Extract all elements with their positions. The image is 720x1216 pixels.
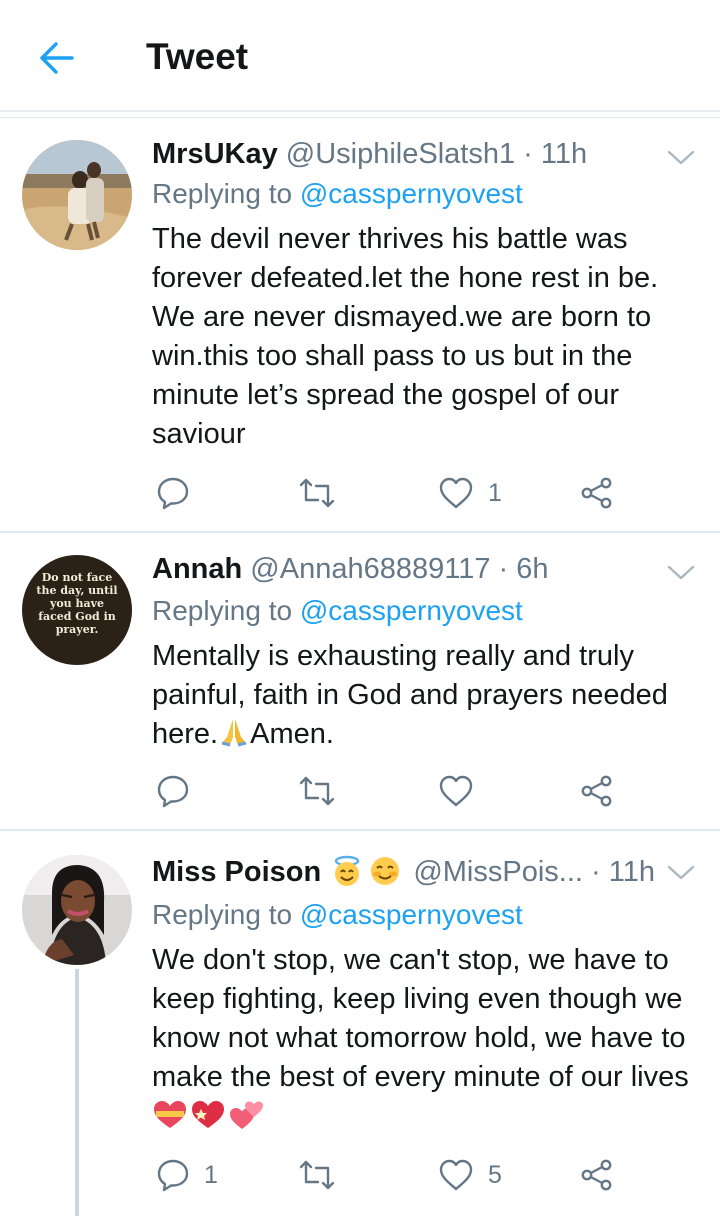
tweet-header: Miss Poison @MissPois... · 11h: [152, 855, 655, 895]
replying-to-label: Replying to: [152, 178, 293, 209]
timestamp: · 11h: [523, 138, 588, 170]
share-button[interactable]: [580, 771, 614, 811]
retweet-button[interactable]: [298, 771, 350, 811]
chevron-down-icon[interactable]: [666, 563, 696, 583]
back-arrow-icon[interactable]: [36, 38, 76, 78]
heart-emojis-icon: [152, 1099, 268, 1142]
smiling-face-blushing-icon: [369, 855, 401, 895]
display-name[interactable]: Miss Poison: [152, 856, 321, 888]
tweet-text-main: We don't stop, we can't stop, we have to…: [152, 944, 689, 1093]
like-count: 1: [488, 478, 502, 507]
timestamp: · 6h: [498, 553, 549, 585]
like-button[interactable]: [438, 771, 488, 811]
retweet-icon: [299, 1160, 335, 1190]
praying-hands-icon: [218, 717, 250, 758]
share-icon: [581, 775, 612, 807]
tweet-text: We don't stop, we can't stop, we have to…: [152, 941, 697, 1142]
replying-to: Replying to @casspernyovest: [152, 595, 523, 627]
comment-icon: [157, 477, 189, 510]
thread-connector-line: [75, 969, 79, 1216]
page-title: Tweet: [146, 36, 249, 77]
reply-button[interactable]: [156, 473, 204, 513]
tweet-text-end: Amen.: [250, 718, 334, 750]
avatar[interactable]: Do not face the day, until you have face…: [22, 555, 132, 665]
share-button[interactable]: [580, 473, 614, 513]
display-name[interactable]: MrsUKay: [152, 138, 278, 170]
heart-icon: [439, 477, 473, 509]
tweet-header: MrsUKay @UsiphileSlatsh1 · 11h: [152, 138, 587, 171]
display-name[interactable]: Annah: [152, 553, 242, 585]
timestamp: · 11h: [591, 856, 655, 888]
heart-icon: [439, 1159, 473, 1191]
reply-count: 1: [204, 1160, 218, 1189]
tweet-annah[interactable]: Do not face the day, until you have face…: [0, 533, 720, 829]
replying-to-label: Replying to: [152, 899, 293, 930]
reply-button[interactable]: [156, 771, 204, 811]
tweet-text: The devil never thrives his battle was f…: [152, 223, 659, 450]
chevron-down-icon[interactable]: [666, 148, 696, 168]
replying-to-handle[interactable]: @casspernyovest: [300, 899, 523, 930]
tweet-miss-poison[interactable]: Miss Poison @MissPois... · 11h Replying …: [0, 831, 720, 1216]
share-icon: [581, 477, 612, 509]
heart-icon: [439, 775, 473, 807]
top-app-bar: Tweet: [0, 0, 720, 112]
user-handle[interactable]: @UsiphileSlatsh1: [286, 138, 515, 170]
tweet-text: Mentally is exhausting really and truly …: [152, 637, 697, 758]
replying-to-handle[interactable]: @casspernyovest: [300, 595, 523, 626]
retweet-button[interactable]: [298, 473, 350, 513]
retweet-icon: [299, 776, 335, 806]
comment-icon: [157, 775, 189, 808]
header-divider: [0, 110, 720, 112]
replying-to-handle[interactable]: @casspernyovest: [300, 178, 523, 209]
replying-to: Replying to @casspernyovest: [152, 178, 523, 210]
avatar[interactable]: [22, 855, 132, 965]
avatar-quote: Do not face the day, until you have face…: [36, 571, 118, 636]
tweet-header: Annah @Annah68889117 · 6h: [152, 553, 549, 586]
retweet-button[interactable]: [298, 1155, 350, 1195]
chevron-down-icon[interactable]: [666, 863, 696, 883]
like-button[interactable]: 5: [438, 1155, 502, 1195]
share-button[interactable]: [580, 1155, 614, 1195]
replying-to-label: Replying to: [152, 595, 293, 626]
user-handle[interactable]: @Annah68889117: [250, 553, 490, 585]
like-button[interactable]: 1: [438, 473, 502, 513]
avatar[interactable]: [22, 140, 132, 250]
retweet-icon: [299, 478, 335, 508]
comment-icon: [157, 1159, 189, 1192]
reply-button[interactable]: 1: [156, 1155, 218, 1195]
user-handle[interactable]: @MissPois...: [413, 856, 583, 888]
smiling-face-with-halo-icon: [331, 855, 363, 895]
tweet-mrsukay[interactable]: MrsUKay @UsiphileSlatsh1 · 11h Replying …: [0, 118, 720, 531]
like-count: 5: [488, 1160, 502, 1189]
share-icon: [581, 1159, 612, 1191]
replying-to: Replying to @casspernyovest: [152, 899, 523, 931]
